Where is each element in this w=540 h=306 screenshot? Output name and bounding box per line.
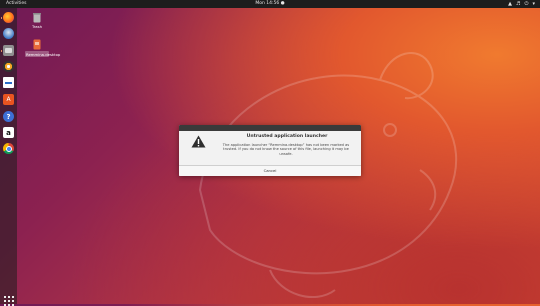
desktop-icon-remmina[interactable]: Remmina.desktop <box>25 39 61 57</box>
network-icon[interactable]: ▲ <box>508 0 512 8</box>
power-icon[interactable]: ⏻ <box>525 0 529 8</box>
clock[interactable]: Mon 14:56 ● <box>255 0 284 8</box>
desktop-icon-trash[interactable]: Trash <box>25 12 49 29</box>
warning-icon <box>191 135 206 148</box>
untrusted-launcher-dialog: Untrusted application launcher The appli… <box>179 125 361 176</box>
volume-icon[interactable]: ♬ <box>516 0 520 8</box>
dock: A ? a <box>0 8 17 306</box>
apps-grid-icon[interactable] <box>4 296 14 306</box>
launcher-file-icon <box>32 39 42 50</box>
system-tray[interactable]: ▲ ♬ ⏻ ▾ <box>508 0 535 8</box>
software-center-icon[interactable]: A <box>3 94 14 105</box>
dialog-title: Untrusted application launcher <box>246 134 328 139</box>
chevron-down-icon[interactable]: ▾ <box>532 0 535 8</box>
top-bar: Activities Mon 14:56 ● ▲ ♬ ⏻ ▾ <box>0 0 540 8</box>
activities-button[interactable]: Activities <box>6 0 27 8</box>
running-indicator <box>0 50 2 52</box>
trash-icon <box>32 12 42 23</box>
amazon-icon[interactable]: a <box>3 127 14 138</box>
rhythmbox-icon[interactable] <box>3 61 14 72</box>
help-icon[interactable]: ? <box>3 111 14 122</box>
dialog-titlebar <box>179 125 361 131</box>
cancel-button[interactable]: Cancel <box>179 166 361 176</box>
chrome-icon[interactable] <box>3 143 14 154</box>
desktop-icon-label: Trash <box>31 24 43 29</box>
dialog-message: The application launcher “Remmina.deskto… <box>222 143 350 156</box>
libreoffice-writer-icon[interactable] <box>3 77 14 88</box>
firefox-icon[interactable] <box>3 12 14 23</box>
thunderbird-icon[interactable] <box>3 28 14 39</box>
running-indicator <box>0 17 2 19</box>
files-icon[interactable] <box>3 45 14 56</box>
desktop-icon-label: Remmina.desktop <box>25 51 61 57</box>
